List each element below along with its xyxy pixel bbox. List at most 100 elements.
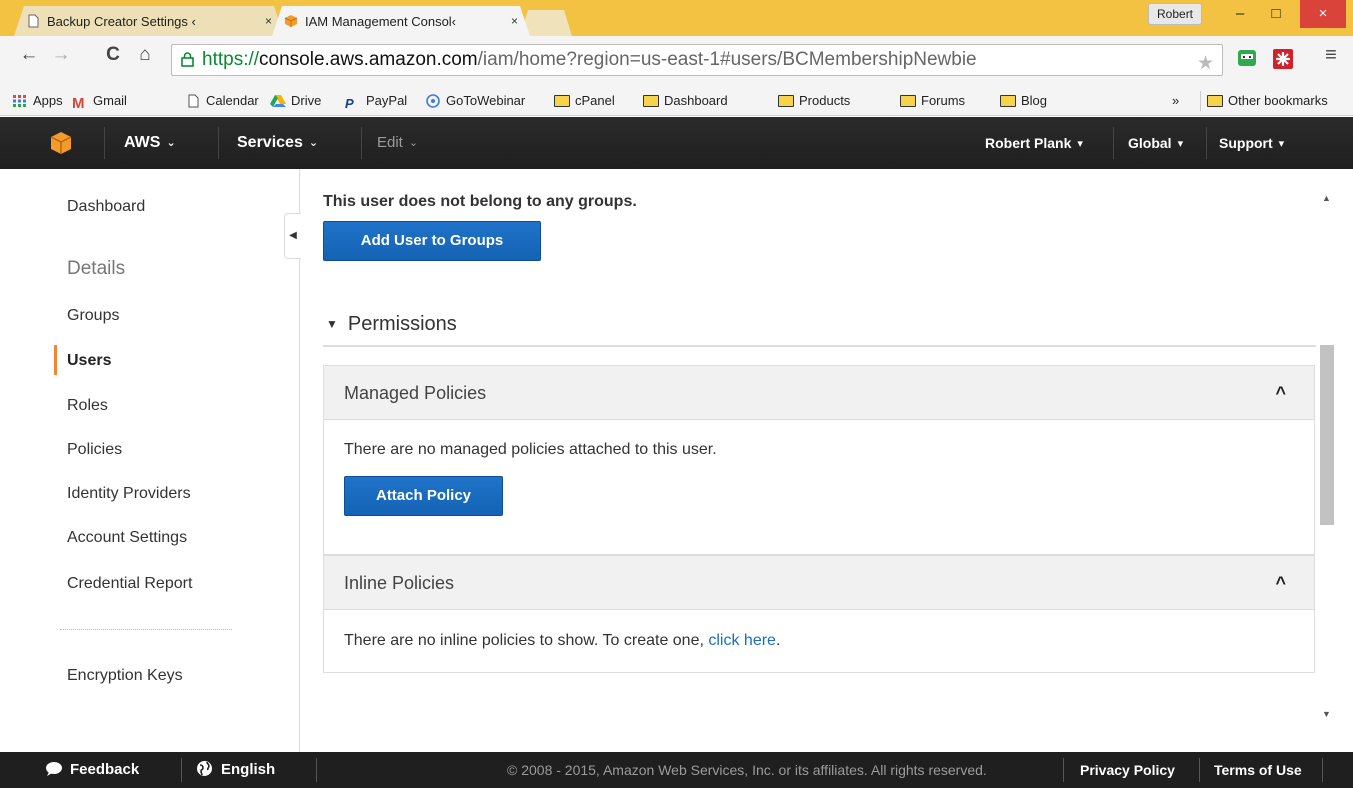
support-menu[interactable]: Support ▾ — [1219, 117, 1284, 169]
bookmark-drive[interactable]: Drive — [270, 91, 321, 111]
bookmarks-overflow-button[interactable]: » — [1172, 91, 1179, 111]
sidebar-item-encryption-keys[interactable]: Encryption Keys — [67, 667, 183, 685]
feedback-label: Feedback — [70, 761, 140, 778]
language-selector[interactable]: English — [196, 752, 275, 788]
inline-policies-panel: Inline Policies ^ There are no inline po… — [323, 555, 1315, 673]
tab-title: IAM Management Consol‹ — [305, 13, 457, 29]
permissions-title: Permissions — [347, 313, 457, 335]
language-label: English — [221, 761, 276, 778]
user-menu[interactable]: Robert Plank ▾ — [985, 117, 1083, 169]
sidebar-item-roles[interactable]: Roles — [67, 397, 108, 415]
lastpass-icon[interactable] — [1272, 48, 1294, 70]
collapse-chevron-icon[interactable]: ^ — [1275, 366, 1286, 420]
terms-of-use-link[interactable]: Terms of Use — [1214, 752, 1302, 788]
bookmark-label: Calendar — [206, 93, 259, 108]
reload-icon[interactable]: C — [100, 44, 126, 66]
address-bar[interactable]: https://console.aws.amazon.com/iam/home?… — [171, 44, 1223, 76]
home-icon[interactable]: ⌂ — [132, 44, 158, 66]
other-bookmarks[interactable]: Other bookmarks — [1200, 91, 1328, 111]
create-inline-policy-link[interactable]: click here — [708, 632, 776, 649]
sidebar-collapse-button[interactable]: ◀ — [284, 213, 301, 259]
copyright-text: © 2008 - 2015, Amazon Web Services, Inc.… — [507, 762, 987, 778]
bookmark-label: cPanel — [575, 93, 615, 108]
bookmark-products[interactable]: Products — [778, 91, 850, 111]
services-menu[interactable]: Services ⌄ — [237, 117, 318, 169]
drive-icon — [270, 95, 286, 107]
bookmark-label: Apps — [33, 93, 63, 108]
minimize-button[interactable]: – — [1222, 0, 1258, 28]
tab-backup-creator[interactable]: Backup Creator Settings ‹ × — [14, 6, 284, 36]
collapse-chevron-icon[interactable]: ^ — [1275, 556, 1286, 610]
gmail-icon: M — [72, 95, 85, 112]
privacy-policy-link[interactable]: Privacy Policy — [1080, 752, 1175, 788]
trailing-period: . — [775, 632, 781, 649]
inline-policies-text-row: There are no inline policies to show. To… — [344, 632, 780, 650]
scroll-thumb[interactable] — [1320, 345, 1334, 525]
managed-policies-header[interactable]: Managed Policies ^ — [324, 366, 1314, 420]
bookmark-calendar[interactable]: Calendar — [185, 91, 259, 111]
sidebar-item-dashboard[interactable]: Dashboard — [67, 198, 145, 216]
forward-arrow-icon[interactable]: → — [48, 44, 74, 66]
chevron-down-icon: ▾ — [1177, 138, 1184, 150]
lock-icon — [181, 52, 194, 67]
bookmark-apps[interactable]: Apps — [12, 91, 63, 111]
profile-button[interactable]: Robert — [1148, 3, 1203, 25]
region-menu[interactable]: Global ▾ — [1128, 117, 1183, 169]
menu-icon[interactable]: ≡ — [1318, 44, 1344, 67]
main-scrollbar[interactable]: ▲ ▼ — [1316, 185, 1337, 725]
aws-top-nav: AWS ⌄ Services ⌄ Edit ⌄ Robert Plank ▾ Globa… — [0, 117, 1353, 169]
close-icon[interactable]: × — [265, 14, 272, 28]
sidebar-item-groups[interactable]: Groups — [67, 307, 119, 325]
sidebar-item-policies[interactable]: Policies — [67, 441, 122, 459]
aws-menu-label: AWS — [124, 134, 161, 151]
attach-policy-button[interactable]: Attach Policy — [344, 476, 503, 516]
bookmark-cpanel[interactable]: cPanel — [554, 91, 615, 111]
sidebar-heading-details: Details — [67, 258, 126, 279]
aws-cube-logo-icon[interactable] — [50, 131, 72, 155]
sidebar-item-credential-report[interactable]: Credential Report — [67, 575, 192, 593]
bookmark-gmail[interactable]: M Gmail — [72, 91, 127, 112]
add-user-to-groups-button[interactable]: Add User to Groups — [323, 221, 541, 261]
services-menu-label: Services — [237, 134, 303, 151]
sidebar-item-identity-providers[interactable]: Identity Providers — [67, 485, 191, 503]
bookmark-forums[interactable]: Forums — [900, 91, 965, 111]
scroll-up-arrow-icon[interactable]: ▲ — [1322, 193, 1331, 203]
support-menu-label: Support — [1219, 135, 1273, 151]
browser-tab-bar: Backup Creator Settings ‹ × IAM Manageme… — [0, 0, 1353, 36]
chevron-down-icon: ⌄ — [166, 137, 176, 149]
bookmarks-bar: Apps M Gmail Calendar Drive P PayPal GoT… — [0, 86, 1353, 116]
maximize-button[interactable]: □ — [1258, 0, 1294, 28]
apps-grid-icon — [13, 95, 26, 107]
close-icon[interactable]: × — [511, 14, 518, 28]
bookmark-paypal[interactable]: P PayPal — [345, 91, 407, 111]
bookmark-star-icon[interactable]: ★ — [1197, 49, 1214, 75]
managed-policies-empty-text: There are no managed policies attached t… — [344, 441, 717, 458]
gotowebinar-icon — [426, 94, 440, 108]
sidebar-item-account-settings[interactable]: Account Settings — [67, 529, 187, 547]
extension-green-icon[interactable] — [1236, 48, 1258, 70]
bookmark-label: Products — [799, 93, 851, 108]
edit-menu[interactable]: Edit ⌄ — [377, 117, 418, 169]
back-arrow-icon[interactable]: ← — [16, 44, 42, 66]
aws-cube-icon — [284, 14, 298, 28]
scroll-down-arrow-icon[interactable]: ▼ — [1322, 709, 1331, 719]
edit-menu-label: Edit — [377, 134, 403, 151]
user-menu-label: Robert Plank — [985, 135, 1072, 151]
browser-toolbar: ← → C ⌂ https://console.aws.amazon.com/i… — [0, 36, 1353, 86]
sidebar-item-users[interactable]: Users — [67, 352, 111, 370]
aws-menu[interactable]: AWS ⌄ — [124, 117, 176, 169]
expand-arrow-icon: ▼ — [326, 317, 338, 331]
inline-policies-empty-text: There are no inline policies to show. To… — [344, 632, 704, 649]
bookmark-gotowebinar[interactable]: GoToWebinar — [425, 91, 525, 111]
bookmark-label: Blog — [1021, 93, 1048, 108]
inline-policies-header[interactable]: Inline Policies ^ — [324, 556, 1314, 610]
permissions-section-header[interactable]: ▼ Permissions — [323, 313, 1316, 347]
bookmark-blog[interactable]: Blog — [1000, 91, 1047, 111]
chevron-down-icon: ⌄ — [308, 137, 319, 149]
window-close-button[interactable]: × — [1300, 0, 1346, 28]
tab-iam-console[interactable]: IAM Management Consol‹ × — [272, 6, 530, 36]
bookmark-label: Forums — [921, 93, 966, 108]
bookmark-dashboard[interactable]: Dashboard — [643, 91, 728, 111]
feedback-link[interactable]: Feedback — [45, 752, 139, 788]
folder-icon — [1000, 95, 1016, 107]
